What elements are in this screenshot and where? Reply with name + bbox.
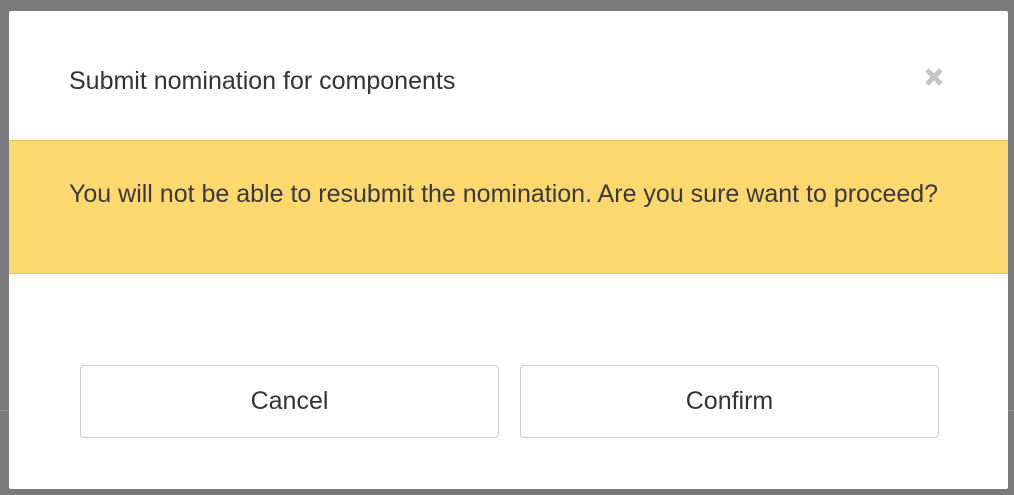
dialog-title: Submit nomination for components [69, 67, 456, 95]
close-icon [923, 66, 945, 88]
dialog-header: Submit nomination for components [9, 11, 1008, 139]
warning-alert: You will not be able to resubmit the nom… [9, 140, 1008, 274]
background-divider [0, 410, 9, 411]
cancel-button[interactable]: Cancel [80, 365, 499, 438]
background-divider [1008, 410, 1014, 411]
confirm-dialog: Submit nomination for components You wil… [9, 11, 1008, 489]
warning-message: You will not be able to resubmit the nom… [69, 180, 939, 208]
confirm-button[interactable]: Confirm [520, 365, 939, 438]
close-button[interactable] [914, 59, 954, 95]
